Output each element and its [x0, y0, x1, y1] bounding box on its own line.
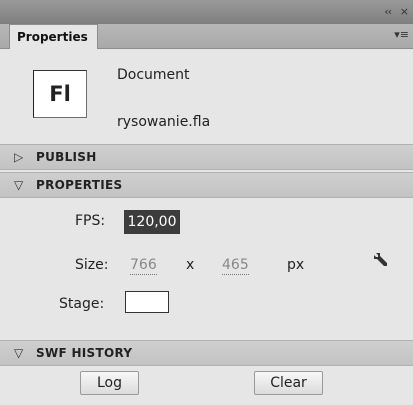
collapse-arrow-icon: ▽: [14, 178, 24, 192]
tab-properties[interactable]: Properties: [9, 24, 98, 49]
document-settings-wrench-icon[interactable]: [372, 251, 390, 269]
size-separator: x: [186, 257, 195, 273]
section-swf-history[interactable]: ▽ SWF HISTORY: [0, 340, 413, 366]
stage-color-swatch[interactable]: [125, 291, 169, 313]
document-filename: rysowanie.fla: [117, 114, 211, 130]
height-input[interactable]: 465: [222, 257, 249, 275]
close-panel-button[interactable]: ×: [400, 5, 409, 18]
size-unit-label: px: [287, 257, 305, 273]
section-title-properties: PROPERTIES: [36, 178, 123, 192]
section-title-swf-history: SWF HISTORY: [36, 346, 133, 360]
section-properties[interactable]: ▽ PROPERTIES: [0, 172, 413, 198]
collapse-panel-button[interactable]: ‹‹: [384, 5, 392, 18]
section-publish[interactable]: ▷ PUBLISH: [0, 144, 413, 170]
tab-bar: Properties ▾≡: [0, 24, 413, 49]
width-input[interactable]: 766: [130, 257, 157, 275]
panel-titlebar: ‹‹ ×: [0, 0, 413, 24]
size-label: Size:: [75, 257, 109, 273]
fps-label: FPS:: [75, 213, 106, 229]
collapse-arrow-icon: ▽: [14, 346, 24, 360]
document-type-label: Document: [117, 67, 190, 83]
fps-input[interactable]: 120,00: [124, 210, 180, 234]
stage-label: Stage:: [59, 296, 105, 312]
section-title-publish: PUBLISH: [36, 150, 97, 164]
panel-menu-icon[interactable]: ▾≡: [394, 28, 409, 41]
fla-document-icon: Fl: [33, 70, 87, 118]
clear-button[interactable]: Clear: [254, 371, 323, 395]
log-button[interactable]: Log: [80, 371, 139, 395]
expand-arrow-icon: ▷: [14, 150, 24, 164]
